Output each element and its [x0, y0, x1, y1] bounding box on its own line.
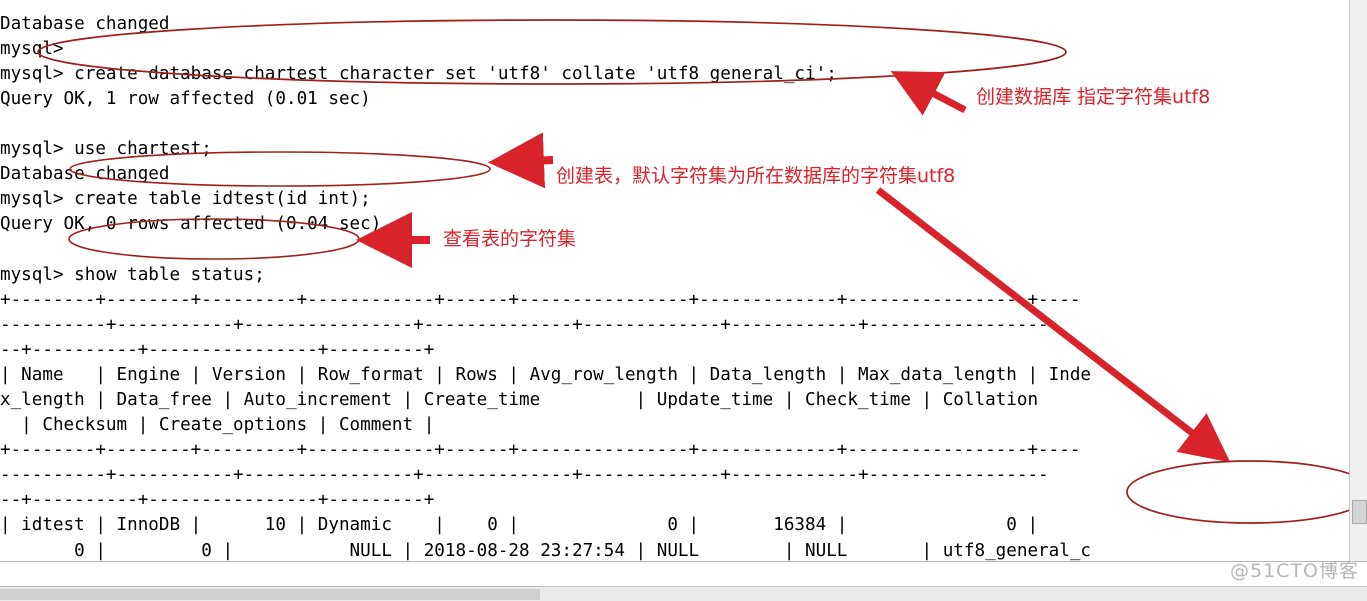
terminal-line: +--------+--------+---------+-----------… — [0, 289, 1081, 310]
terminal-line: | Name | Engine | Version | Row_format |… — [0, 364, 1092, 385]
terminal-line: Query OK, 0 rows affected (0.04 sec) — [0, 214, 382, 235]
terminal-line: --+----------+----------------+---------… — [0, 490, 435, 511]
watermark: @51CTO博客 — [1229, 560, 1359, 582]
terminal-line: +--------+--------+---------+-----------… — [0, 440, 1081, 461]
note-create-database: 创建数据库 指定字符集utf8 — [976, 86, 1211, 108]
terminal-line: ----------+-----------+----------------+… — [0, 314, 1049, 335]
terminal-line: mysql> — [0, 38, 64, 59]
terminal-line: x_length | Data_free | Auto_increment | … — [0, 390, 1039, 410]
bottom-bar — [0, 561, 1367, 601]
vertical-scrollbar-thumb[interactable] — [1352, 500, 1367, 524]
note-show-status: 查看表的字符集 — [443, 228, 577, 250]
horizontal-scrollbar-thumb[interactable] — [0, 589, 540, 600]
note-create-table: 创建表，默认字符集为所在数据库的字符集utf8 — [556, 165, 956, 187]
terminal-line: --+----------+----------------+---------… — [0, 339, 435, 360]
terminal-line: mysql> create table idtest(id int); — [0, 189, 371, 210]
horizontal-scrollbar[interactable] — [0, 586, 1367, 601]
terminal-line: mysql> create database chartest characte… — [0, 63, 837, 84]
terminal-line: ----------+-----------+----------------+… — [0, 465, 1049, 486]
terminal-line: | Checksum | Create_options | Comment | — [0, 415, 435, 436]
terminal-line: mysql> use chartest; — [0, 139, 212, 160]
terminal-line: Database changed — [0, 13, 170, 34]
terminal-line: 0 | 0 | NULL | 2018-08-28 23:27:54 | NUL… — [0, 540, 1092, 561]
screenshot-root: Database changed mysql> mysql> create data… — [0, 0, 1367, 601]
terminal-line: mysql> show table status; — [0, 264, 265, 285]
vertical-scrollbar[interactable] — [1349, 0, 1367, 562]
terminal-line: | idtest | InnoDB | 10 | Dynamic | 0 | 0… — [0, 515, 1039, 536]
